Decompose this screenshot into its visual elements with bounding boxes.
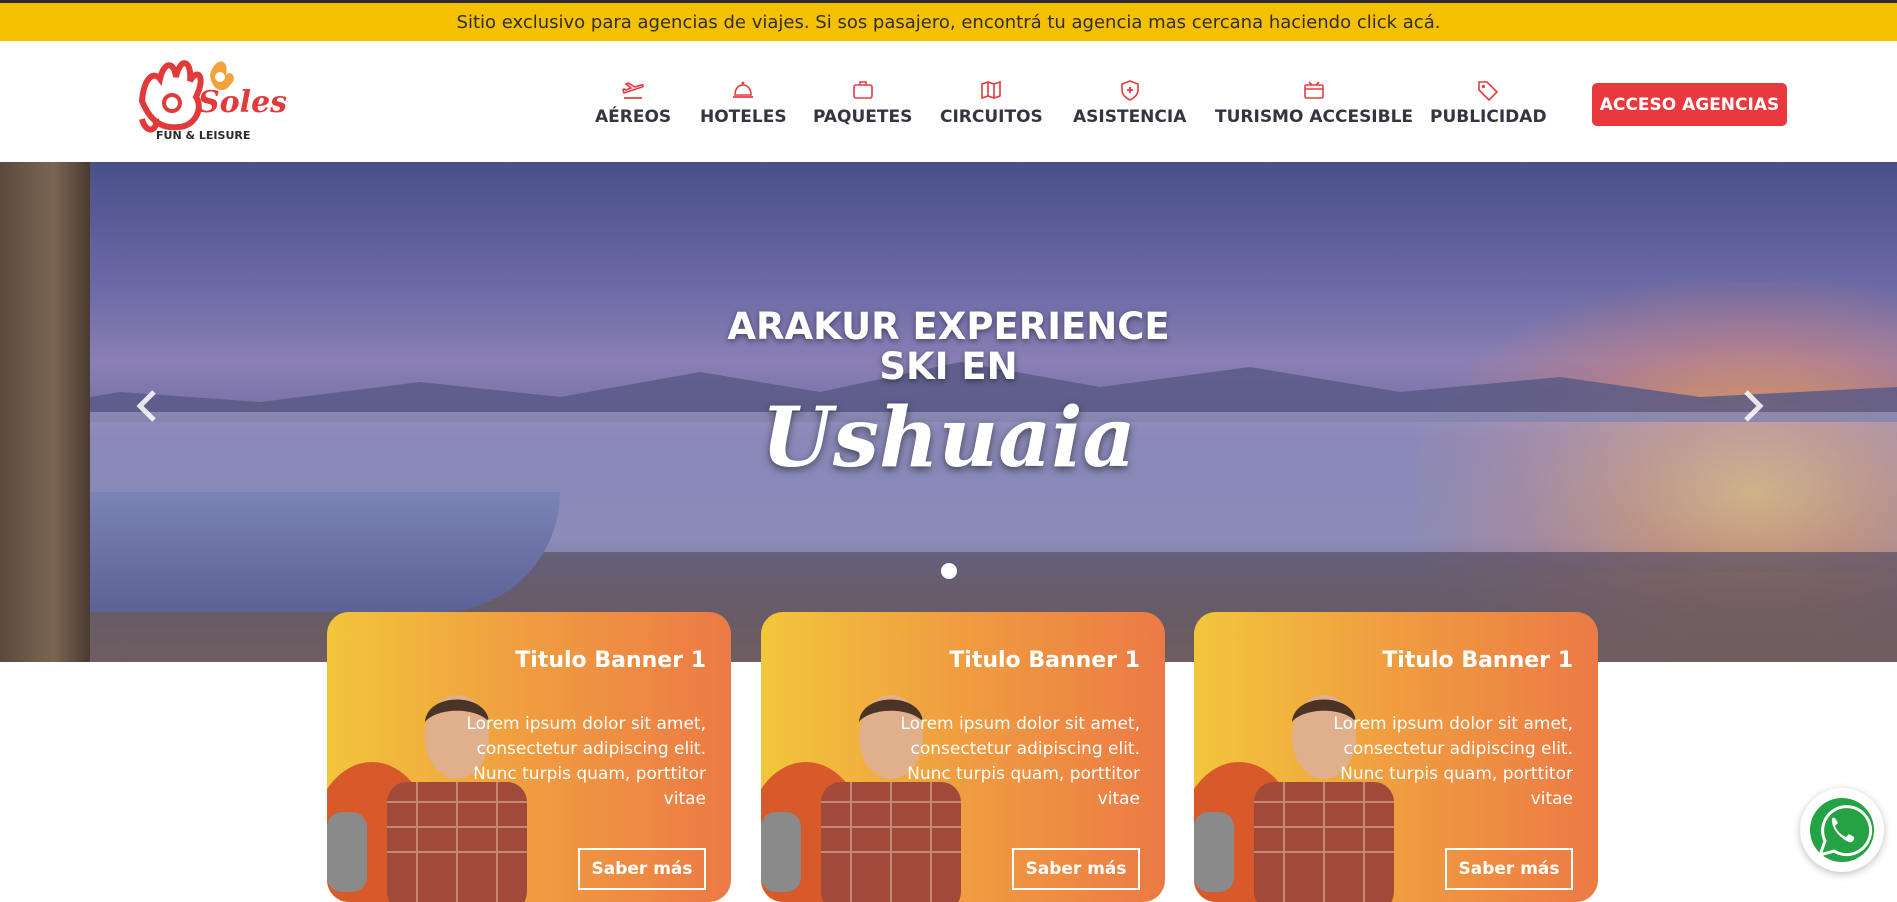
hero-title-line2: SKI EN xyxy=(879,345,1018,388)
nav-label-aereos: AÉREOS xyxy=(595,107,672,127)
promo-card: Titulo Banner 1 Lorem ipsum dolor sit am… xyxy=(761,612,1165,902)
site-logo[interactable]: Soles FUN & LEISURE xyxy=(134,49,287,153)
agency-notice-text[interactable]: Sitio exclusivo para agencias de viajes.… xyxy=(457,12,1441,33)
nav-item-hoteles[interactable]: HOTELES xyxy=(700,79,787,127)
hero-script-title: Ushuaia xyxy=(761,390,1136,486)
nav-item-aereos[interactable]: AÉREOS xyxy=(595,79,671,127)
nav-item-publicidad[interactable]: PUBLICIDAD xyxy=(1430,79,1547,127)
wallet-icon xyxy=(1304,81,1324,99)
tag-icon xyxy=(1478,81,1499,101)
plane-icon xyxy=(622,82,644,99)
card-title: Titulo Banner 1 xyxy=(515,648,706,673)
map-icon xyxy=(981,80,1002,100)
shield-icon xyxy=(1120,80,1139,101)
slider-prev-icon[interactable] xyxy=(132,388,162,424)
acceso-agencias-button[interactable]: ACCESO AGENCIAS xyxy=(1592,83,1787,126)
nav-item-circuitos[interactable]: CIRCUITOS xyxy=(940,79,1043,127)
site-header: Soles FUN & LEISURE AÉREOS HOTELES PAQUE… xyxy=(0,41,1897,162)
nav-label-circuitos: CIRCUITOS xyxy=(940,107,1043,127)
card-text: Lorem ipsum dolor sit amet, consectetur … xyxy=(1333,714,1573,809)
promo-card: Titulo Banner 1 Lorem ipsum dolor sit am… xyxy=(327,612,731,902)
nav-item-paquetes[interactable]: PAQUETES xyxy=(813,79,912,127)
nav-label-paquetes: PAQUETES xyxy=(813,107,913,127)
nav-label-publicidad: PUBLICIDAD xyxy=(1430,107,1547,127)
saber-mas-button[interactable]: Saber más xyxy=(578,848,706,890)
whatsapp-button[interactable] xyxy=(1800,788,1884,872)
card-text: Lorem ipsum dolor sit amet, consectetur … xyxy=(466,714,706,809)
hero-title-line1: ARAKUR EXPERIENCE xyxy=(727,305,1170,348)
saber-mas-button[interactable]: Saber más xyxy=(1445,848,1573,890)
promo-card: Titulo Banner 1 Lorem ipsum dolor sit am… xyxy=(1194,612,1598,902)
slider-dot[interactable] xyxy=(941,563,957,579)
whatsapp-icon xyxy=(1810,798,1874,862)
card-title: Titulo Banner 1 xyxy=(1382,648,1573,673)
logo-text: Soles xyxy=(198,85,288,120)
card-text: Lorem ipsum dolor sit amet, consectetur … xyxy=(900,714,1140,809)
suitcase-icon xyxy=(852,81,873,99)
card-title: Titulo Banner 1 xyxy=(949,648,1140,673)
nav-label-turismo-accesible: TURISMO ACCESIBLE xyxy=(1215,107,1414,127)
agency-notice-bar[interactable]: Sitio exclusivo para agencias de viajes.… xyxy=(0,3,1897,41)
nav-item-asistencia[interactable]: ASISTENCIA xyxy=(1073,79,1186,127)
nav-label-asistencia: ASISTENCIA xyxy=(1073,107,1187,127)
logo-tagline: FUN & LEISURE xyxy=(156,129,251,142)
nav-label-hoteles: HOTELES xyxy=(700,107,787,127)
slider-next-icon[interactable] xyxy=(1738,388,1768,424)
bell-icon xyxy=(733,81,754,98)
nav-item-turismo-accesible[interactable]: TURISMO ACCESIBLE xyxy=(1215,79,1413,127)
saber-mas-button[interactable]: Saber más xyxy=(1012,848,1140,890)
